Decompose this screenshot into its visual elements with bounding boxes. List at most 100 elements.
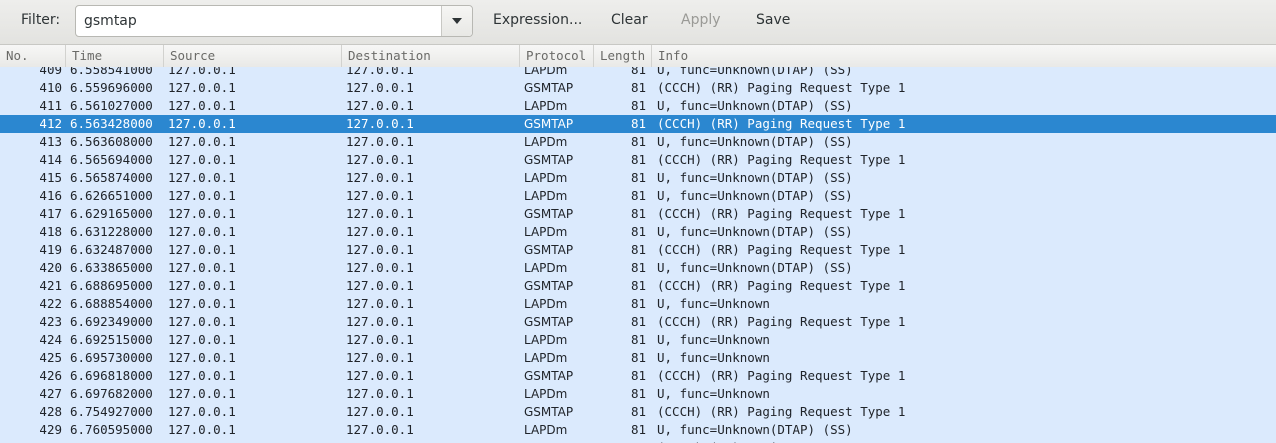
packet-length: 81 [630,152,646,167]
packet-number: 428 [39,404,62,419]
expression-button[interactable]: Expression... [493,12,582,28]
packet-destination: 127.0.0.1 [346,386,414,401]
packet-source: 127.0.0.1 [168,242,236,257]
packet-row[interactable]: 419 6.632487000 127.0.0.1 127.0.0.1 GSMTAP 81… [0,241,1276,259]
packet-time: 6.688854000 [70,296,153,311]
packet-protocol: GSMTAP [524,81,574,95]
packet-number: 425 [39,350,62,365]
packet-time: 6.565874000 [70,170,153,185]
packet-destination: 127.0.0.1 [346,260,414,275]
packet-length: 81 [630,386,646,401]
packet-info: U, func=Unknown [657,350,770,365]
apply-button[interactable]: Apply [681,12,721,28]
packet-protocol: GSMTAP [524,315,574,329]
packet-destination: 127.0.0.1 [346,116,414,131]
filter-combobox[interactable] [75,5,473,37]
packet-source: 127.0.0.1 [168,278,236,293]
column-header-protocol[interactable]: Protocol [520,45,594,67]
packet-row[interactable]: 415 6.565874000 127.0.0.1 127.0.0.1 LAPDm 81 U… [0,169,1276,187]
packet-info: (CCCH) (RR) Paging Request Type 1 [657,80,906,95]
packet-time: 6.692515000 [70,332,153,347]
packet-protocol: LAPDm [524,67,568,77]
filter-toolbar: Filter: Expression... Clear Apply Save [0,0,1276,45]
packet-row[interactable]: 423 6.692349000 127.0.0.1 127.0.0.1 GSMTAP 81… [0,313,1276,331]
filter-dropdown-button[interactable] [441,6,472,36]
packet-row[interactable]: 416 6.626651000 127.0.0.1 127.0.0.1 LAPDm 81 U… [0,187,1276,205]
packet-protocol: LAPDm [524,189,568,203]
packet-row[interactable]: 426 6.696818000 127.0.0.1 127.0.0.1 GSMTAP 81… [0,367,1276,385]
packet-time: 6.761875000 [70,439,162,443]
packet-protocol: LAPDm [524,261,568,275]
packet-length: 81 [630,67,646,77]
packet-row[interactable]: 417 6.629165000 127.0.0.1 127.0.0.1 GSMTAP 81… [0,205,1276,223]
column-header-length[interactable]: Length [594,45,652,67]
packet-length: 81 [630,422,646,437]
packet-source: 127.0.0.1 [168,422,236,437]
packet-protocol: LAPDm [524,99,568,113]
packet-source: 127.0.0.1 [168,206,236,221]
packet-destination: 127.0.0.1 [346,152,414,167]
packet-info: U, func=Unknown(DTAP) (SS) [657,170,853,185]
packet-row[interactable]: 429 6.760595000 127.0.0.1 127.0.0.1 LAPDm 81 U… [0,421,1276,439]
packet-list-header: No. Time Source Destination Protocol Len… [0,45,1276,68]
packet-number: 414 [39,152,62,167]
packet-number: 426 [39,368,62,383]
packet-time: 6.563608000 [70,134,153,149]
packet-protocol: LAPDm [524,351,568,365]
packet-row[interactable]: 427 6.697682000 127.0.0.1 127.0.0.1 LAPDm 81 U… [0,385,1276,403]
packet-row[interactable]: 418 6.631228000 127.0.0.1 127.0.0.1 LAPDm 81 U… [0,223,1276,241]
packet-info: (CCCH) (RR) Paging Request Type 1 [657,314,906,329]
packet-protocol: LAPDm [524,135,568,149]
packet-protocol: GSMTAP [524,279,574,293]
packet-number: 419 [39,242,62,257]
packet-time: 6.558541000 [70,67,153,77]
packet-row[interactable]: 412 6.563428000 127.0.0.1 127.0.0.1 GSMTAP 81… [0,115,1276,133]
packet-number: 420 [39,260,62,275]
packet-info: (CCCH) (RR) Paging Request Type 1 [657,368,906,383]
packet-time: 6.695730000 [70,350,153,365]
packet-length: 81 [596,439,646,443]
packet-row[interactable]: 410 6.559696000 127.0.0.1 127.0.0.1 GSMTAP 81… [0,79,1276,97]
packet-row[interactable]: 414 6.565694000 127.0.0.1 127.0.0.1 GSMTAP 81… [0,151,1276,169]
packet-destination: 127.0.0.1 [346,332,414,347]
clear-button[interactable]: Clear [611,12,648,28]
packet-length: 81 [630,368,646,383]
packet-destination: 127.0.0.1 [346,224,414,239]
save-button[interactable]: Save [756,12,790,28]
packet-time: 6.754927000 [70,404,153,419]
packet-list[interactable]: 409 6.558541000 127.0.0.1 127.0.0.1 LAPDm 81 U… [0,67,1276,443]
packet-row[interactable]: 409 6.558541000 127.0.0.1 127.0.0.1 LAPDm 81 U… [0,67,1276,79]
packet-destination: 127.0.0.1 [346,422,414,437]
packet-row[interactable]: 411 6.561027000 127.0.0.1 127.0.0.1 LAPDm 81 U… [0,97,1276,115]
column-header-info[interactable]: Info [652,45,1276,67]
packet-source: 127.0.0.1 [168,439,338,443]
column-header-source[interactable]: Source [164,45,342,67]
filter-input[interactable] [84,12,434,30]
packet-row[interactable]: 421 6.688695000 127.0.0.1 127.0.0.1 GSMTAP 81… [0,277,1276,295]
packet-info: (CCCH) (RR) Paging Request Type 1 [657,152,906,167]
column-header-no[interactable]: No. [0,45,66,67]
packet-length: 81 [630,80,646,95]
packet-number: 418 [39,224,62,239]
packet-destination: 127.0.0.1 [346,278,414,293]
packet-protocol: GSMTAP [524,369,574,383]
packet-row[interactable]: 424 6.692515000 127.0.0.1 127.0.0.1 LAPDm 81 U… [0,331,1276,349]
packet-info: (CCCH) (RR) Paging Request Type 1 [657,206,906,221]
packet-row[interactable]: 425 6.695730000 127.0.0.1 127.0.0.1 LAPDm 81 U… [0,349,1276,367]
packet-length: 81 [630,206,646,221]
packet-info: U, func=Unknown [657,386,770,401]
packet-number: 422 [39,296,62,311]
column-header-destination[interactable]: Destination [342,45,520,67]
packet-row[interactable]: 430 6.761875000 127.0.0.1 127.0.0.1 GSMTAP 81… [0,439,1276,443]
packet-length: 81 [630,170,646,185]
packet-info: U, func=Unknown(DTAP) (SS) [657,422,853,437]
packet-row[interactable]: 413 6.563608000 127.0.0.1 127.0.0.1 LAPDm 81 U… [0,133,1276,151]
packet-protocol: LAPDm [524,387,568,401]
packet-info: (CCCH) (RR) Paging Request Type 1 [657,439,1272,443]
packet-row[interactable]: 428 6.754927000 127.0.0.1 127.0.0.1 GSMTAP 81… [0,403,1276,421]
packet-row[interactable]: 420 6.633865000 127.0.0.1 127.0.0.1 LAPDm 81 U… [0,259,1276,277]
column-header-time[interactable]: Time [66,45,164,67]
packet-row[interactable]: 422 6.688854000 127.0.0.1 127.0.0.1 LAPDm 81 U… [0,295,1276,313]
packet-source: 127.0.0.1 [168,188,236,203]
chevron-down-icon [452,18,462,24]
